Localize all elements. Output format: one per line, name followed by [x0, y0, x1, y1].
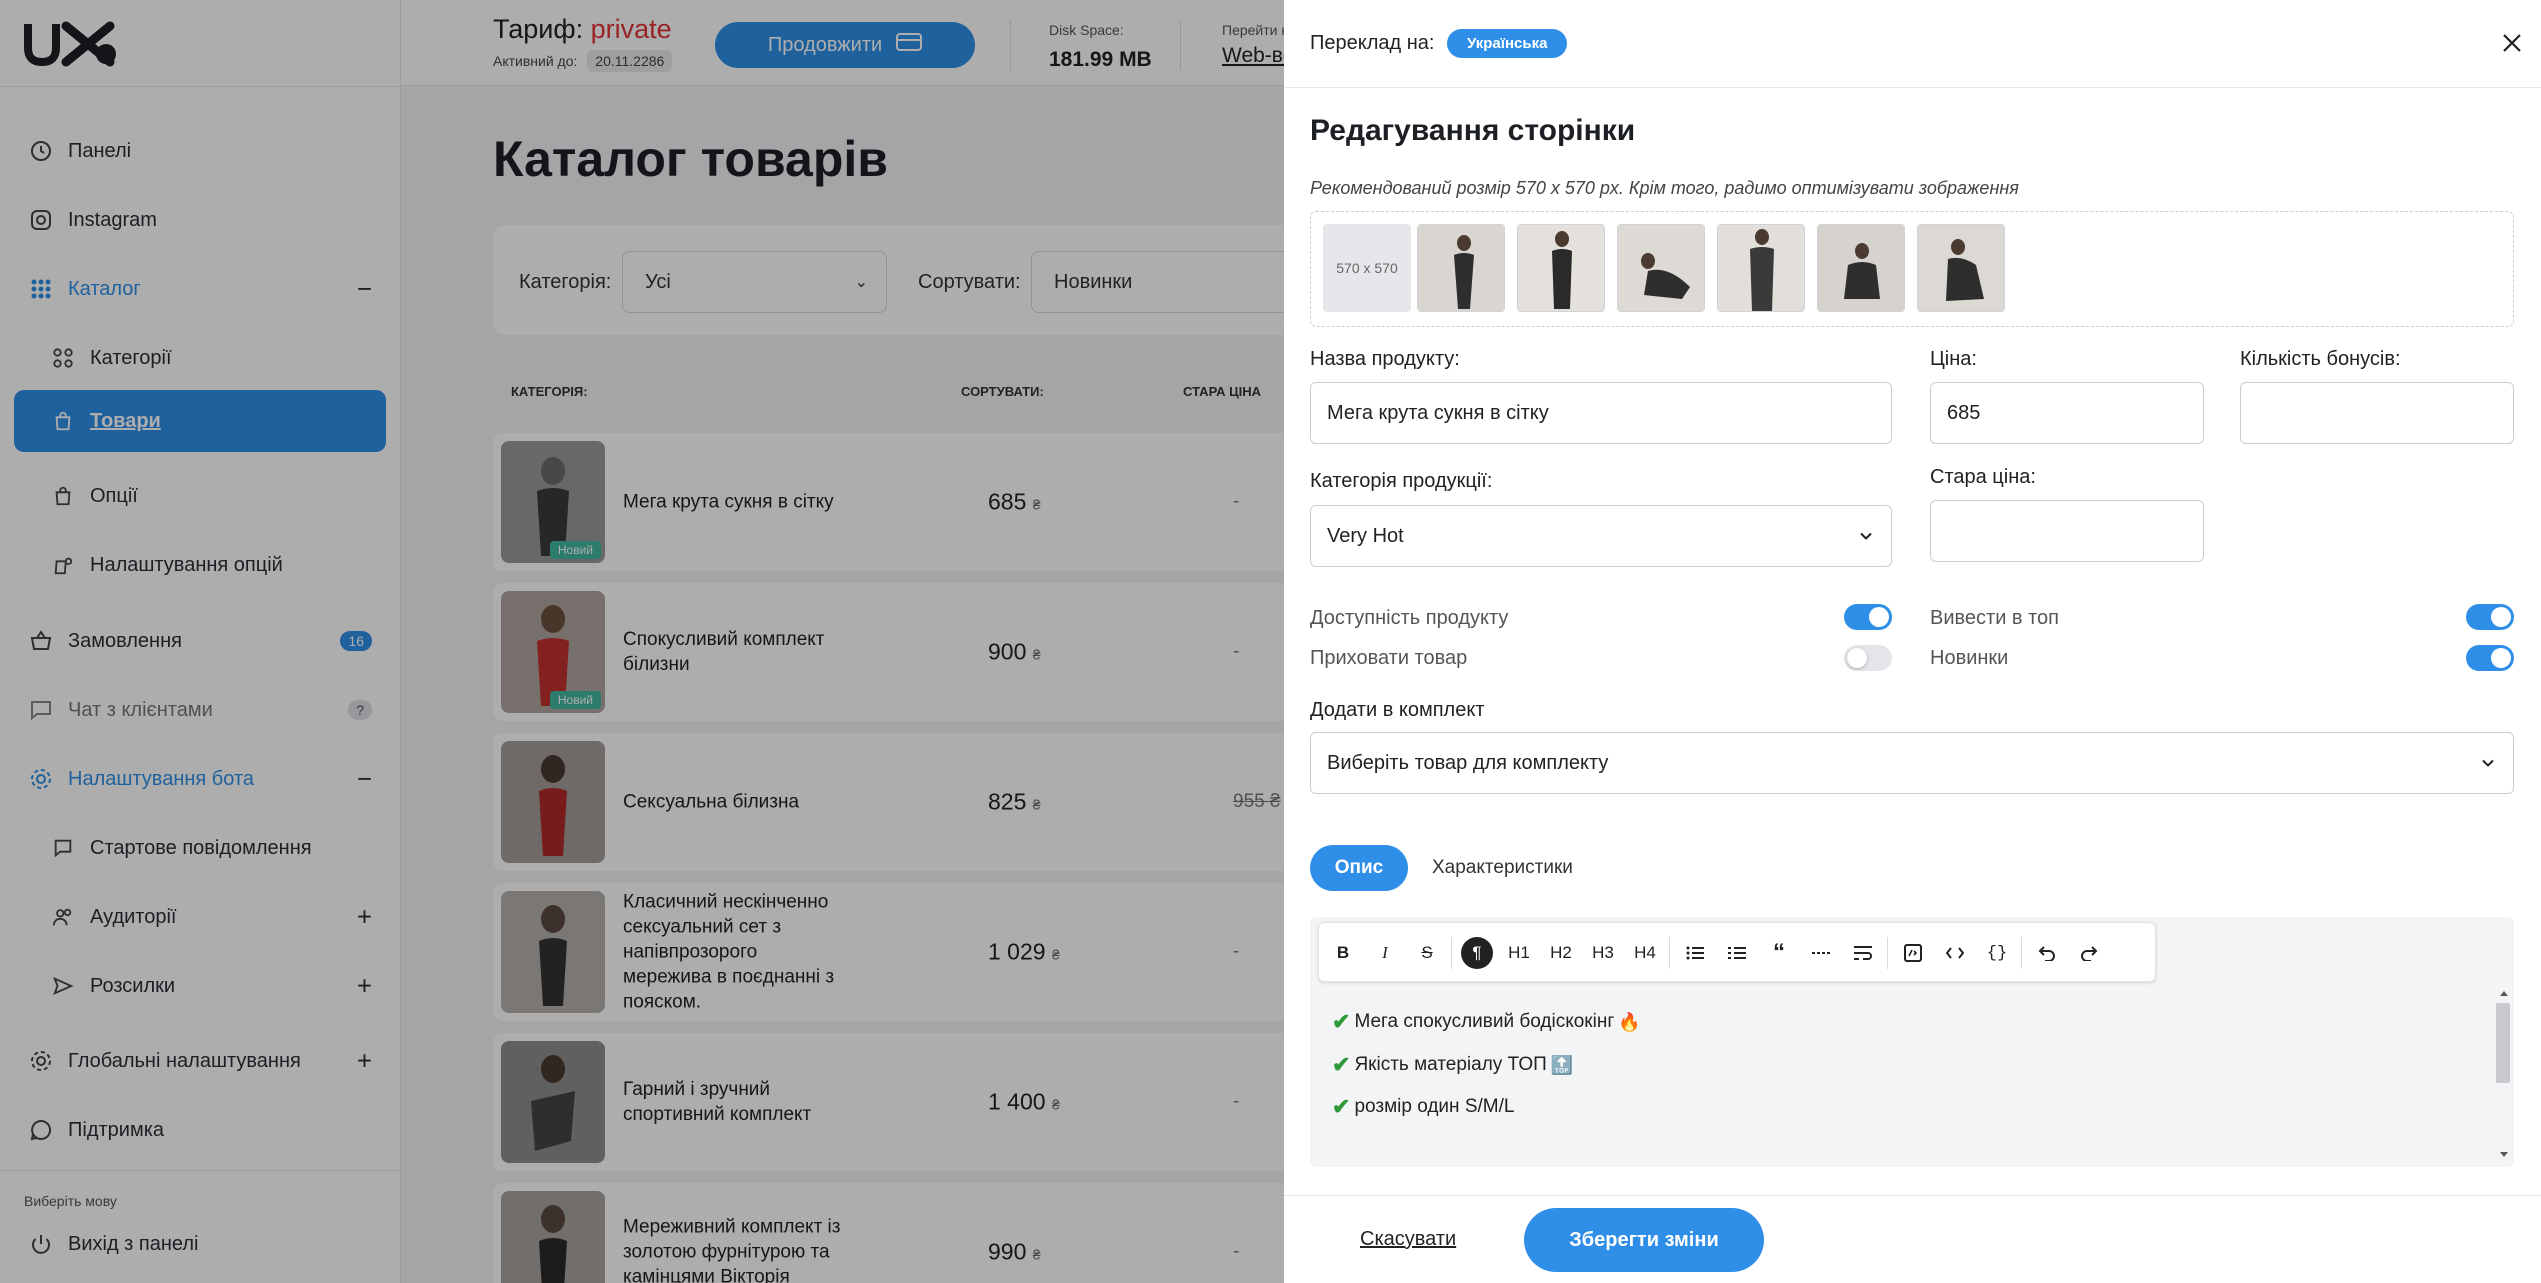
bundle-select[interactable]: Виберіть товар для комплекту	[1310, 732, 2514, 794]
top-arrow-icon: 🔝	[1550, 1054, 1574, 1075]
toolbar-divider	[2021, 937, 2022, 969]
paragraph-button[interactable]: ¶	[1461, 937, 1493, 969]
language-pill[interactable]: Українська	[1447, 29, 1568, 58]
new-label: Новинки	[1930, 647, 2009, 669]
italic-button[interactable]: I	[1369, 937, 1401, 969]
new-toggle[interactable]	[2466, 645, 2514, 671]
bold-button[interactable]: B	[1327, 937, 1359, 969]
undo-icon[interactable]	[2031, 937, 2063, 969]
image-gallery: 570 x 570	[1310, 211, 2514, 327]
tab-characteristics[interactable]: Характеристики	[1432, 857, 1573, 879]
redo-icon[interactable]	[2073, 937, 2105, 969]
toolbar-divider	[1451, 937, 1452, 969]
description-editor[interactable]: B I S ¶ H1 H2 H3 H4 “ {} ✔ Мега спокусли…	[1310, 917, 2514, 1167]
quote-icon[interactable]: “	[1763, 937, 1795, 969]
drawer-footer: Скасувати Зберегти зміни	[1284, 1195, 2541, 1283]
product-image[interactable]	[1417, 224, 1505, 312]
code-block-icon[interactable]: {}	[1981, 937, 2013, 969]
modal-overlay[interactable]	[0, 0, 1284, 1283]
description-line: ✔ Мега спокусливий бодіскокінг 🔥	[1332, 1009, 1641, 1035]
editor-toolbar: B I S ¶ H1 H2 H3 H4 “ {}	[1318, 922, 2156, 982]
editor-scrollbar[interactable]	[2496, 989, 2511, 1159]
category-select[interactable]: Very Hot	[1310, 505, 1892, 567]
heading2-button[interactable]: H2	[1545, 937, 1577, 969]
hide-label: Приховати товар	[1310, 647, 1468, 669]
heading1-button[interactable]: H1	[1503, 937, 1535, 969]
available-label: Доступність продукту	[1310, 607, 1509, 629]
ordered-list-icon[interactable]	[1721, 937, 1753, 969]
close-icon[interactable]	[2495, 26, 2529, 60]
product-image[interactable]	[1917, 224, 2005, 312]
tab-description[interactable]: Опис	[1310, 845, 1408, 891]
product-image[interactable]	[1817, 224, 1905, 312]
heading4-button[interactable]: H4	[1629, 937, 1661, 969]
hide-toggle[interactable]	[1844, 645, 1892, 671]
drawer-header: Переклад на: Українська	[1284, 0, 2541, 88]
bullet-list-icon[interactable]	[1679, 937, 1711, 969]
price-input-value: 685	[1947, 401, 1981, 424]
product-name-input[interactable]: Мега крута сукня в сітку	[1310, 382, 1892, 444]
top-label: Вивести в топ	[1930, 607, 2059, 629]
bundle-label: Додати в комплект	[1310, 699, 1485, 721]
check-icon: ✔	[1332, 1009, 1351, 1034]
scroll-thumb[interactable]	[2496, 1003, 2510, 1083]
check-icon: ✔	[1332, 1094, 1351, 1119]
image-size-hint: Рекомендований розмір 570 x 570 px. Крім…	[1310, 178, 2019, 198]
scroll-down-icon[interactable]	[2499, 1151, 2509, 1159]
horizontal-rule-icon[interactable]	[1805, 937, 1837, 969]
edit-product-drawer: Переклад на: Українська Редагування стор…	[1284, 0, 2541, 1283]
product-name-value: Мега крута сукня в сітку	[1327, 401, 1549, 424]
html-icon[interactable]	[1897, 937, 1929, 969]
description-text: Якість матеріалу ТОП	[1354, 1054, 1547, 1075]
price-label: Ціна:	[1930, 348, 1977, 370]
top-toggle[interactable]	[2466, 604, 2514, 630]
category-label: Категорія продукції:	[1310, 470, 1493, 492]
save-button[interactable]: Зберегти зміни	[1524, 1208, 1764, 1272]
product-name-label: Назва продукту:	[1310, 348, 1460, 370]
bonus-input[interactable]	[2240, 382, 2514, 444]
category-value: Very Hot	[1327, 524, 1404, 547]
chevron-down-icon	[1859, 525, 1873, 548]
description-line: ✔ Якість матеріалу ТОП 🔝	[1332, 1052, 1573, 1078]
bundle-placeholder: Виберіть товар для комплекту	[1327, 751, 1609, 774]
text-wrap-icon[interactable]	[1847, 937, 1879, 969]
toolbar-divider	[1887, 937, 1888, 969]
product-image[interactable]	[1617, 224, 1705, 312]
old-price-label: Стара ціна:	[1930, 466, 2036, 488]
product-image[interactable]	[1717, 224, 1805, 312]
fire-icon: 🔥	[1618, 1011, 1641, 1032]
strikethrough-button[interactable]: S	[1411, 937, 1443, 969]
scroll-up-icon[interactable]	[2499, 989, 2509, 997]
drawer-title: Редагування сторінки	[1310, 114, 1636, 147]
check-icon: ✔	[1332, 1052, 1351, 1077]
description-text: Мега спокусливий бодіскокінг	[1354, 1011, 1615, 1032]
old-price-input[interactable]	[1930, 500, 2204, 562]
product-image[interactable]	[1517, 224, 1605, 312]
available-toggle[interactable]	[1844, 604, 1892, 630]
cancel-button[interactable]: Скасувати	[1360, 1228, 1456, 1251]
description-line: ✔ розмір один S/M/L	[1332, 1094, 1514, 1120]
toolbar-divider	[1669, 937, 1670, 969]
code-icon[interactable]	[1939, 937, 1971, 969]
description-text: розмір один S/M/L	[1354, 1096, 1515, 1117]
bonus-label: Кількість бонусів:	[2240, 348, 2401, 370]
chevron-down-icon	[2481, 752, 2495, 775]
price-input[interactable]: 685	[1930, 382, 2204, 444]
heading3-button[interactable]: H3	[1587, 937, 1619, 969]
translate-label: Переклад на:	[1310, 32, 1435, 54]
image-upload-placeholder[interactable]: 570 x 570	[1323, 224, 1411, 312]
